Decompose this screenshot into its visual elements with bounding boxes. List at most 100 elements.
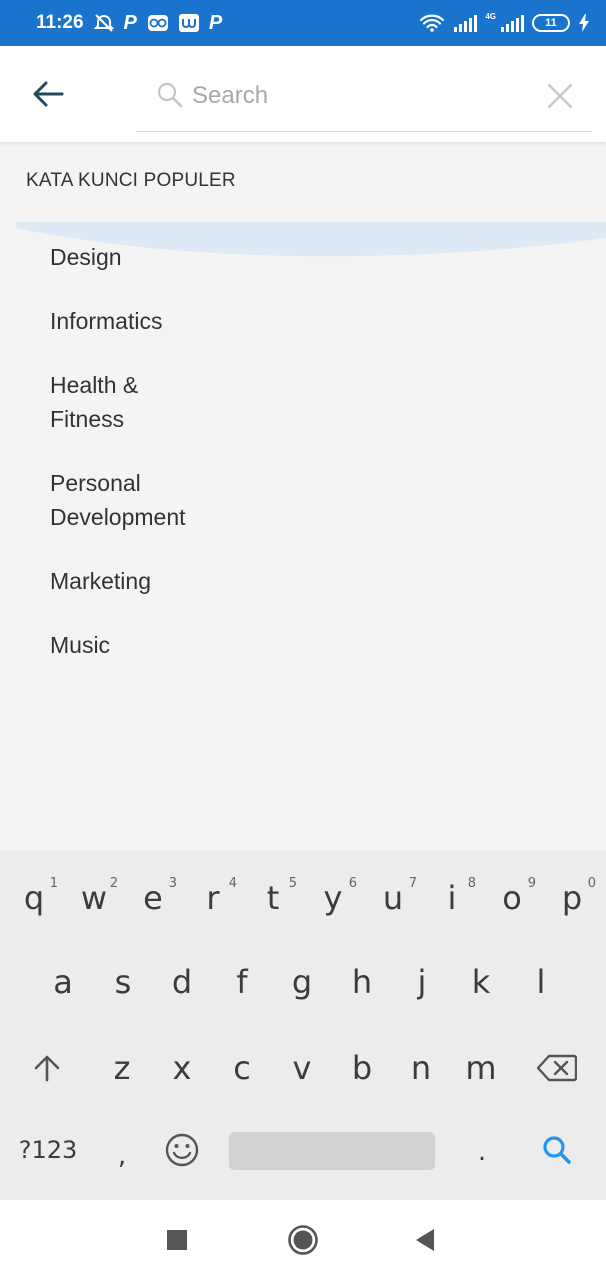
- network-type: 4G: [485, 12, 496, 21]
- key-z[interactable]: z: [92, 1028, 152, 1108]
- search-field[interactable]: [136, 66, 592, 132]
- back-nav-button[interactable]: [405, 1222, 445, 1258]
- notification-icons: P P: [93, 11, 223, 35]
- key-f[interactable]: f: [212, 942, 272, 1022]
- key-hint: 9: [527, 876, 536, 891]
- battery-level: 11: [545, 17, 557, 29]
- status-bar: 11:26 P P 4G 11: [0, 0, 606, 46]
- key-t[interactable]: t5: [243, 858, 303, 938]
- arrow-up-icon: [34, 1055, 60, 1082]
- square-icon: [167, 1230, 187, 1250]
- key-y[interactable]: y6: [303, 858, 363, 938]
- owl-icon: [147, 13, 169, 33]
- keyword-item-design[interactable]: Design: [50, 240, 350, 274]
- on-screen-keyboard: q1 w2 e3 r4 t5 y6 u7 i8 o9 p0 a s d f g …: [0, 850, 606, 1200]
- alarm-off-icon: [93, 13, 114, 33]
- back-button[interactable]: [22, 72, 74, 116]
- key-v[interactable]: v: [272, 1028, 332, 1108]
- keyword-label: Music: [50, 632, 111, 658]
- key-a[interactable]: a: [33, 942, 93, 1022]
- charging-icon: [578, 14, 590, 32]
- key-label: i: [447, 879, 457, 917]
- key-e[interactable]: e3: [123, 858, 183, 938]
- system-navigation-bar: [0, 1200, 606, 1280]
- key-r[interactable]: r4: [183, 858, 243, 938]
- keyword-item-marketing[interactable]: Marketing: [50, 564, 350, 598]
- key-g[interactable]: g: [272, 942, 332, 1022]
- key-j[interactable]: j: [392, 942, 452, 1022]
- keyword-label: Health & Fitness: [50, 372, 139, 432]
- p-app-icon: P: [123, 11, 137, 34]
- key-label: p: [561, 879, 583, 917]
- key-d[interactable]: d: [152, 942, 212, 1022]
- key-hint: 6: [348, 876, 357, 891]
- keyword-item-music[interactable]: Music: [50, 628, 350, 662]
- arrow-left-icon: [33, 81, 64, 107]
- key-k[interactable]: k: [451, 942, 511, 1022]
- keyword-label: Informatics: [50, 308, 163, 334]
- backspace-key[interactable]: [527, 1028, 587, 1108]
- key-s[interactable]: s: [93, 942, 153, 1022]
- status-time: 11:26: [36, 12, 84, 33]
- symbols-key[interactable]: ?123: [12, 1110, 84, 1190]
- key-i[interactable]: i8: [422, 858, 482, 938]
- key-hint: 5: [288, 876, 297, 891]
- emoji-key[interactable]: [152, 1110, 212, 1190]
- close-icon: [547, 83, 573, 109]
- key-b[interactable]: b: [332, 1028, 392, 1108]
- key-label: o: [502, 879, 522, 917]
- key-h[interactable]: h: [332, 942, 392, 1022]
- key-label: r: [206, 879, 220, 917]
- keyword-label: Design: [50, 244, 122, 270]
- key-label: e: [143, 879, 163, 917]
- shift-key[interactable]: [17, 1028, 77, 1108]
- key-label: y: [323, 879, 343, 917]
- signal-icon: [453, 14, 478, 32]
- comma-key[interactable]: ,: [92, 1116, 152, 1196]
- key-label: q: [23, 879, 45, 917]
- p-app-icon: P: [208, 11, 223, 34]
- key-w[interactable]: w2: [64, 858, 124, 938]
- keyword-item-personal-development[interactable]: Personal Development: [50, 466, 350, 534]
- search-input[interactable]: [192, 76, 522, 116]
- search-action-key[interactable]: [527, 1110, 587, 1190]
- key-u[interactable]: u7: [363, 858, 423, 938]
- section-title: KATA KUNCI POPULER: [26, 170, 236, 191]
- key-l[interactable]: l: [511, 942, 571, 1022]
- key-x[interactable]: x: [152, 1028, 212, 1108]
- search-header: [0, 46, 606, 142]
- emoji-icon: [165, 1133, 199, 1167]
- home-button[interactable]: [283, 1222, 323, 1258]
- wifi-icon: [419, 13, 445, 33]
- signal-icon: [500, 14, 524, 32]
- key-q[interactable]: q1: [4, 858, 64, 938]
- key-label: u: [382, 879, 404, 917]
- key-n[interactable]: n: [391, 1028, 451, 1108]
- space-key[interactable]: [229, 1132, 435, 1170]
- clear-search-button[interactable]: [538, 74, 582, 118]
- system-icons: 4G 11: [419, 13, 590, 33]
- key-hint: 8: [467, 876, 476, 891]
- shopee-icon: [178, 14, 199, 32]
- search-icon: [156, 81, 184, 114]
- backspace-icon: [537, 1054, 577, 1082]
- key-p[interactable]: p0: [542, 858, 602, 938]
- key-c[interactable]: c: [212, 1028, 272, 1108]
- key-hint: 2: [109, 876, 118, 891]
- battery-icon: 11: [532, 14, 570, 32]
- keyword-item-informatics[interactable]: Informatics: [50, 304, 350, 338]
- key-hint: 0: [587, 876, 596, 891]
- keyword-item-health-fitness[interactable]: Health & Fitness: [50, 368, 350, 436]
- circle-icon: [288, 1225, 318, 1255]
- triangle-back-icon: [416, 1229, 434, 1251]
- key-hint: 1: [49, 876, 58, 891]
- popular-keyword-list: Design Informatics Health & Fitness Pers…: [50, 240, 350, 692]
- recent-apps-button[interactable]: [157, 1222, 197, 1258]
- keyword-label: Marketing: [50, 568, 151, 594]
- key-o[interactable]: o9: [482, 858, 542, 938]
- period-key[interactable]: .: [452, 1112, 512, 1192]
- key-m[interactable]: m: [451, 1028, 511, 1108]
- key-hint: 4: [228, 876, 237, 891]
- keyword-label: Personal Development: [50, 470, 186, 530]
- key-hint: 3: [168, 876, 177, 891]
